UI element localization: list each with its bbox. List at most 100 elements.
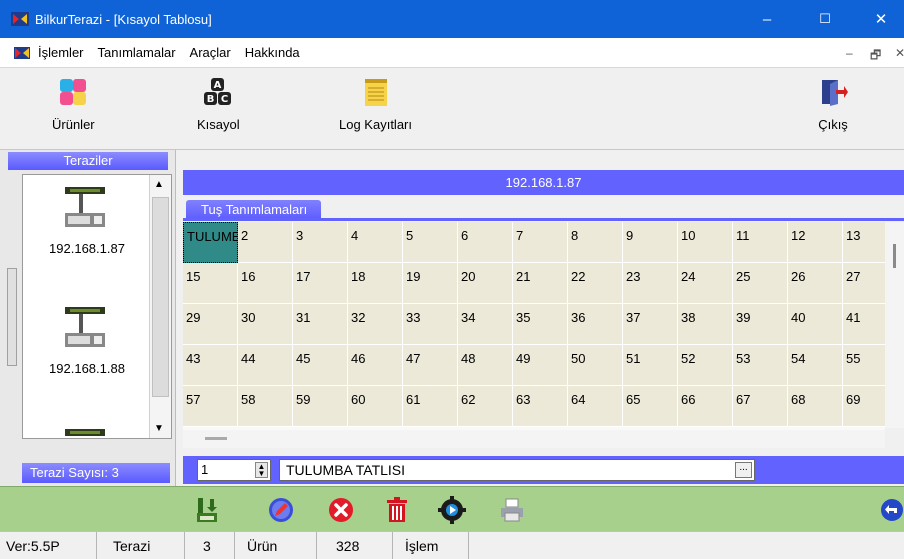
key-cell[interactable]: 34 <box>458 304 513 345</box>
key-cell[interactable]: 20 <box>458 263 513 304</box>
product-name-field[interactable]: TULUMBA TATLISI ... <box>279 459 755 481</box>
key-cell[interactable]: 53 <box>733 345 788 386</box>
key-cell[interactable]: 30 <box>238 304 293 345</box>
panel-splitter[interactable] <box>7 268 17 366</box>
mdi-minimize-button[interactable]: – <box>846 46 853 60</box>
key-cell[interactable]: 6 <box>458 222 513 263</box>
key-cell[interactable]: 24 <box>678 263 733 304</box>
menu-araclar[interactable]: Araçlar <box>190 45 239 60</box>
key-cell[interactable]: 21 <box>513 263 568 304</box>
key-cell[interactable]: 36 <box>568 304 623 345</box>
key-cell[interactable]: 12 <box>788 222 843 263</box>
key-cell[interactable]: 16 <box>238 263 293 304</box>
shortcut-button[interactable]: A B C Kısayol <box>197 76 240 132</box>
key-cell[interactable]: 66 <box>678 386 733 427</box>
key-cell[interactable]: 23 <box>623 263 678 304</box>
scroll-thumb[interactable] <box>205 437 227 440</box>
products-button[interactable]: Ürünler <box>52 76 95 132</box>
delete-button[interactable] <box>383 496 411 524</box>
key-cell[interactable]: 43 <box>183 345 238 386</box>
key-cell[interactable]: 50 <box>568 345 623 386</box>
key-cell[interactable]: 11 <box>733 222 788 263</box>
key-cell[interactable]: 51 <box>623 345 678 386</box>
key-cell[interactable]: 46 <box>348 345 403 386</box>
key-cell[interactable]: 15 <box>183 263 238 304</box>
key-cell[interactable]: 4 <box>348 222 403 263</box>
scroll-up-icon[interactable]: ▲ <box>154 179 164 190</box>
key-cell[interactable]: 8 <box>568 222 623 263</box>
key-cell[interactable]: 32 <box>348 304 403 345</box>
key-cell[interactable]: 57 <box>183 386 238 427</box>
exit-button[interactable]: Çıkış <box>818 76 848 132</box>
key-cell[interactable]: 13 <box>843 222 885 263</box>
key-cell[interactable]: 55 <box>843 345 885 386</box>
key-cell[interactable]: 9 <box>623 222 678 263</box>
key-cell[interactable]: 19 <box>403 263 458 304</box>
key-cell[interactable]: 26 <box>788 263 843 304</box>
key-cell[interactable]: 31 <box>293 304 348 345</box>
browse-button[interactable]: ... <box>735 462 752 478</box>
key-cell[interactable]: 52 <box>678 345 733 386</box>
key-cell[interactable]: TULUMBA <box>183 222 238 263</box>
key-cell[interactable]: 64 <box>568 386 623 427</box>
key-cell[interactable]: 17 <box>293 263 348 304</box>
key-cell[interactable]: 22 <box>568 263 623 304</box>
scale-item[interactable]: 192.168.1.88 <box>23 305 151 376</box>
key-cell[interactable]: 5 <box>403 222 458 263</box>
print-button[interactable] <box>498 496 526 524</box>
key-cell[interactable]: 38 <box>678 304 733 345</box>
send-to-scale-button[interactable] <box>194 496 222 524</box>
grid-horizontal-scrollbar[interactable] <box>183 430 885 448</box>
key-cell[interactable]: 61 <box>403 386 458 427</box>
menu-tanimlamalar[interactable]: Tanımlamalar <box>98 45 184 60</box>
key-cell[interactable]: 45 <box>293 345 348 386</box>
scale-item[interactable] <box>23 427 151 438</box>
cancel-button[interactable] <box>327 496 355 524</box>
close-button[interactable]: ✕ <box>858 0 904 38</box>
scroll-thumb[interactable] <box>893 244 896 268</box>
stepper-arrows-icon[interactable]: ▲ ▼ <box>255 462 268 478</box>
log-button[interactable]: Log Kayıtları <box>339 76 412 132</box>
key-cell[interactable]: 40 <box>788 304 843 345</box>
key-cell[interactable]: 35 <box>513 304 568 345</box>
key-cell[interactable]: 60 <box>348 386 403 427</box>
tab-key-definitions[interactable]: Tuş Tanımlamaları <box>186 200 322 220</box>
maximize-button[interactable]: ☐ <box>802 0 848 38</box>
key-cell[interactable]: 39 <box>733 304 788 345</box>
minimize-button[interactable]: – <box>744 0 790 38</box>
menu-hakkinda[interactable]: Hakkında <box>245 45 308 60</box>
edit-button[interactable] <box>267 496 295 524</box>
key-cell[interactable]: 18 <box>348 263 403 304</box>
key-cell[interactable]: 27 <box>843 263 885 304</box>
key-cell[interactable]: 29 <box>183 304 238 345</box>
key-cell[interactable]: 65 <box>623 386 678 427</box>
scale-item[interactable]: 192.168.1.87 <box>23 185 151 256</box>
key-cell[interactable]: 25 <box>733 263 788 304</box>
key-number-stepper[interactable]: 1 ▲ ▼ <box>197 459 271 481</box>
key-cell[interactable]: 3 <box>293 222 348 263</box>
key-cell[interactable]: 54 <box>788 345 843 386</box>
key-cell[interactable]: 7 <box>513 222 568 263</box>
scroll-down-icon[interactable]: ▼ <box>154 423 164 434</box>
key-cell[interactable]: 48 <box>458 345 513 386</box>
key-cell[interactable]: 2 <box>238 222 293 263</box>
key-cell[interactable]: 58 <box>238 386 293 427</box>
key-cell[interactable]: 68 <box>788 386 843 427</box>
key-cell[interactable]: 59 <box>293 386 348 427</box>
key-cell[interactable]: 47 <box>403 345 458 386</box>
mdi-close-button[interactable]: ✕ <box>895 46 904 60</box>
back-button[interactable] <box>878 496 904 524</box>
key-cell[interactable]: 44 <box>238 345 293 386</box>
key-cell[interactable]: 67 <box>733 386 788 427</box>
key-cell[interactable]: 37 <box>623 304 678 345</box>
key-cell[interactable]: 62 <box>458 386 513 427</box>
menu-islemler[interactable]: İşlemler <box>38 45 92 60</box>
key-cell[interactable]: 33 <box>403 304 458 345</box>
scales-scrollbar[interactable]: ▲ ▼ <box>149 175 171 438</box>
key-cell[interactable]: 69 <box>843 386 885 427</box>
mdi-restore-button[interactable]: 🗗 <box>870 46 881 67</box>
key-cell[interactable]: 41 <box>843 304 885 345</box>
key-cell[interactable]: 63 <box>513 386 568 427</box>
key-cell[interactable]: 10 <box>678 222 733 263</box>
key-cell[interactable]: 49 <box>513 345 568 386</box>
